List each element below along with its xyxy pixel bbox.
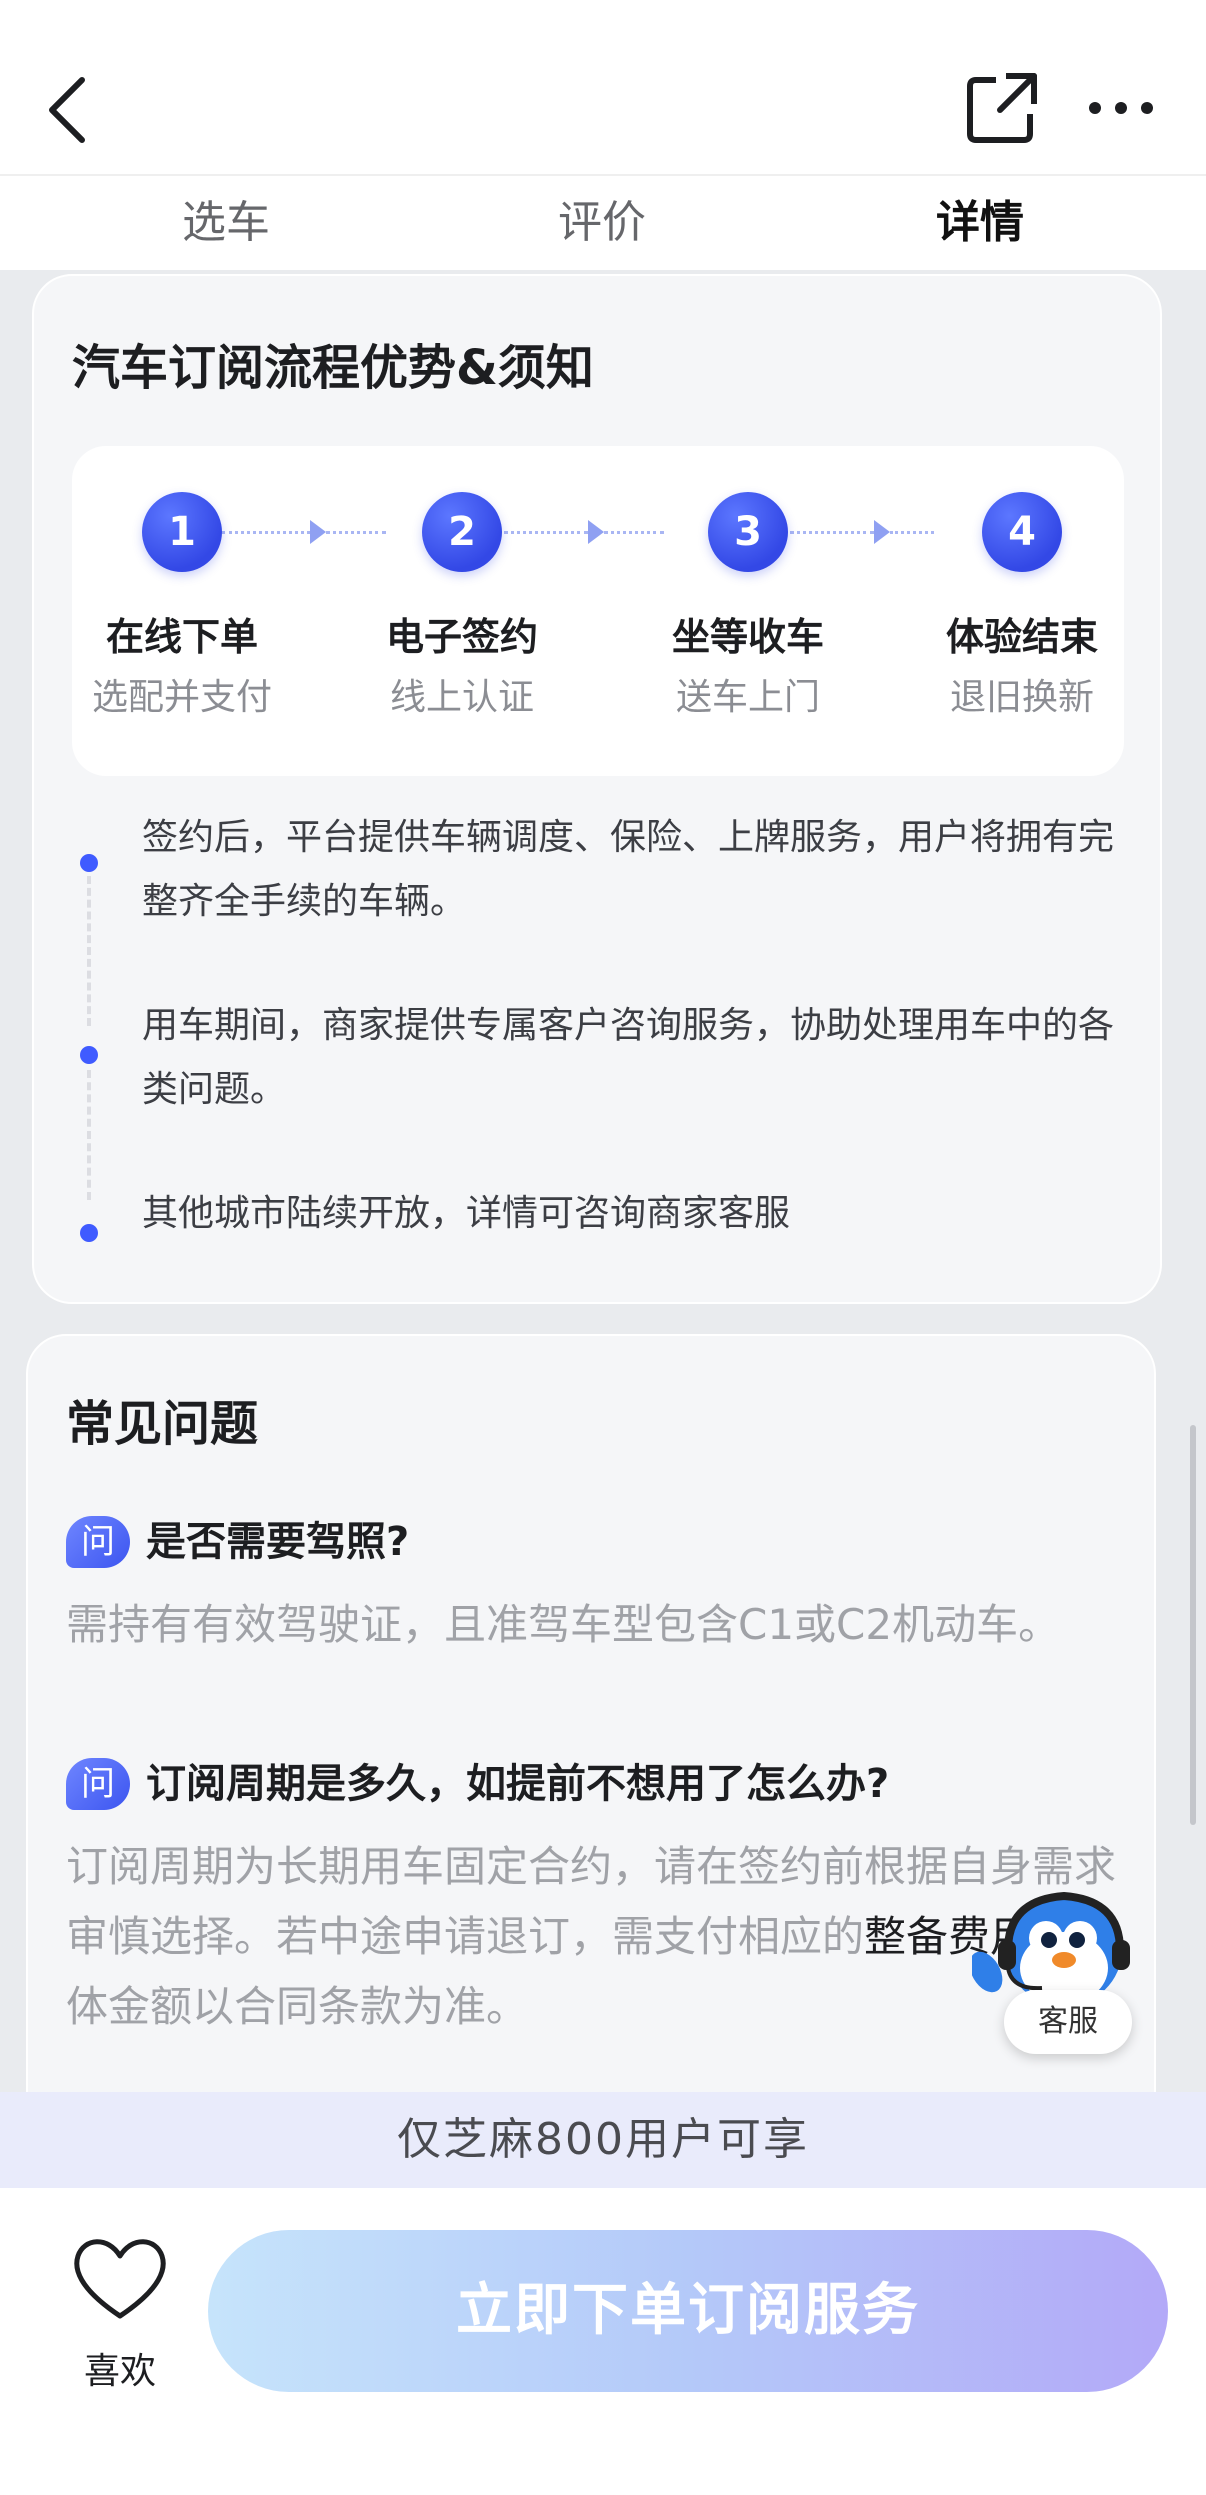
main-content[interactable]: 汽车订阅流程优势&须知 1 在线下单 选配并支付 2 电子签约 线上认证 3 坐… [0, 270, 1206, 2092]
customer-service-label: 客服 [1004, 1990, 1132, 2054]
notice-item: 其他城市陆续开放，详情可咨询商家客服 [142, 1193, 791, 1234]
tab-bar: 选车 评价 详情 [0, 174, 1206, 270]
faq-question: 是否需要驾照? [146, 1519, 410, 1565]
step-arrow-icon [874, 520, 890, 544]
notice-item: 签约后，平台提供车辆调度、保险、上牌服务，用户将拥有完整齐全手续的车辆。 [142, 817, 1115, 922]
step-2-number: 2 [422, 492, 502, 572]
zhima-notice: 仅芝麻800用户可享 [0, 2092, 1206, 2188]
customer-service-button[interactable]: 客服 [972, 1880, 1152, 2060]
like-label: 喜欢 [83, 2351, 156, 2392]
step-connector-line [604, 531, 664, 534]
step-1-title: 在线下单 [105, 615, 258, 659]
question-badge-icon: 问 [66, 1758, 130, 1810]
heart-icon [74, 2239, 166, 2319]
step-1-number: 1 [142, 492, 222, 572]
like-button[interactable]: 喜欢 [60, 2228, 180, 2392]
step-3-subtitle: 送车上门 [675, 677, 820, 718]
step-2-subtitle: 线上认证 [389, 677, 534, 718]
faq-answer: 需持有有效驾驶证，且准驾车型包含C1或C2机动车。 [66, 1600, 1061, 1649]
step-3-number: 3 [708, 492, 788, 572]
tab-details[interactable]: 详情 [870, 188, 1090, 258]
order-subscribe-button[interactable]: 立即下单订阅服务 [208, 2230, 1168, 2392]
more-button[interactable] [1086, 78, 1156, 138]
question-badge-icon: 问 [66, 1516, 130, 1568]
faq-question-row: 问 是否需要驾照? [66, 1512, 1126, 1572]
process-card: 汽车订阅流程优势&须知 1 在线下单 选配并支付 2 电子签约 线上认证 3 坐… [32, 274, 1162, 1304]
step-4-number: 4 [982, 492, 1062, 572]
chevron-left-icon [49, 77, 85, 143]
step-arrow-icon [310, 520, 326, 544]
steps-box: 1 在线下单 选配并支付 2 电子签约 线上认证 3 坐等收车 送车上门 4 体… [72, 446, 1124, 776]
bullet-track [87, 1070, 91, 1200]
bullet-dot [80, 1046, 98, 1064]
step-connector-line [222, 531, 310, 534]
tab-reviews[interactable]: 评价 [492, 188, 712, 258]
bottom-bar: 喜欢 立即下单订阅服务 [0, 2188, 1206, 2495]
step-connector-line [326, 531, 386, 534]
process-card-title: 汽车订阅流程优势&须知 [72, 340, 594, 396]
faq-title: 常见问题 [66, 1396, 259, 1452]
faq-question-row: 问 订阅周期是多久，如提前不想用了怎么办? [66, 1754, 1126, 1814]
bullet-dot [80, 854, 98, 872]
bullet-track [87, 876, 91, 1026]
tab-select-car[interactable]: 选车 [116, 188, 336, 258]
step-4-subtitle: 退旧换新 [949, 677, 1094, 718]
step-1-subtitle: 选配并支付 [91, 677, 272, 718]
back-button[interactable] [40, 70, 100, 150]
faq-question: 订阅周期是多久，如提前不想用了怎么办? [146, 1761, 890, 1807]
scrollbar[interactable] [1190, 1425, 1196, 1825]
notice-list: 签约后，平台提供车辆调度、保险、上牌服务，用户将拥有完整齐全手续的车辆。 用车期… [72, 806, 1132, 1306]
step-4-title: 体验结束 [945, 615, 1098, 659]
notice-item: 用车期间，商家提供专属客户咨询服务，协助处理用车中的各类问题。 [142, 1005, 1115, 1110]
step-connector-line [790, 531, 874, 534]
faq-answer: 订阅周期为长期用车固定合约，请在签约前根据自身需求审慎选择。若中途申请退订，需支… [66, 1832, 1126, 2042]
share-button[interactable] [962, 68, 1042, 148]
step-connector-line [504, 531, 588, 534]
share-icon [967, 73, 1037, 143]
step-connector-line [890, 531, 934, 534]
bullet-dot [80, 1224, 98, 1242]
step-2-title: 电子签约 [385, 615, 538, 659]
step-3-title: 坐等收车 [671, 615, 824, 659]
more-dots-icon [1089, 102, 1153, 114]
step-arrow-icon [588, 520, 604, 544]
nav-row [0, 0, 1206, 174]
top-bar [0, 0, 1206, 174]
